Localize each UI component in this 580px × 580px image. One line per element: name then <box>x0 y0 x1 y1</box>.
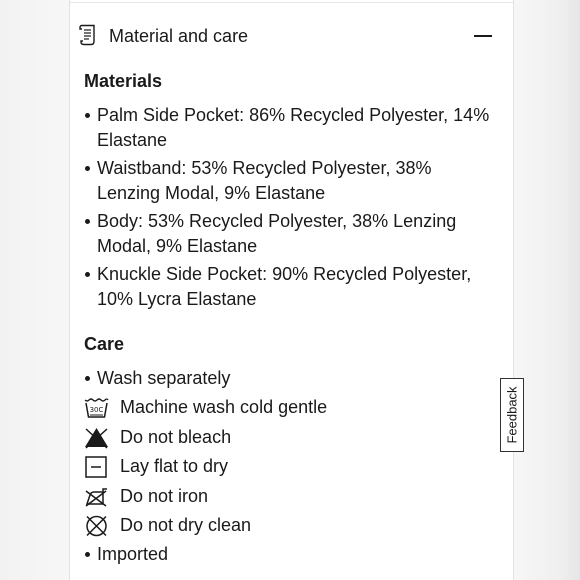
care-heading: Care <box>84 334 125 354</box>
care-item-label: Wash separately <box>97 368 231 388</box>
care-item-do-not-bleach: Do not bleach <box>84 423 496 452</box>
care-item-label: Do not dry clean <box>120 514 252 535</box>
wash-temp-label: 30C <box>90 406 104 414</box>
materials-heading: Materials <box>84 71 163 91</box>
materials-list: Palm Side Pocket: 86% Recycled Polyester… <box>84 103 496 315</box>
material-care-panel: Material and care Materials Palm Side Po… <box>69 0 514 580</box>
material-care-accordion-header[interactable]: Material and care <box>70 14 513 58</box>
accordion-title: Material and care <box>109 26 249 46</box>
list-item: Waistband: 53% Recycled Polyester, 38% L… <box>84 156 496 205</box>
list-item: Palm Side Pocket: 86% Recycled Polyester… <box>84 103 496 152</box>
feedback-label: Feedback <box>504 386 520 444</box>
right-background <box>512 0 580 580</box>
care-item-imported: Imported <box>84 540 496 569</box>
minus-icon <box>474 35 492 37</box>
care-item-do-not-iron: Do not iron <box>84 482 496 511</box>
care-item-lay-flat: Lay flat to dry <box>84 452 496 481</box>
care-item-label: Machine wash cold gentle <box>120 397 328 418</box>
list-item: Body: 53% Recycled Polyester, 38% Lenzin… <box>84 209 496 258</box>
do-not-dry-clean-icon <box>86 515 107 537</box>
care-item-machine-wash: 30C Machine wash cold gentle <box>84 393 496 422</box>
care-item-label: Do not bleach <box>120 426 232 447</box>
collapse-button[interactable] <box>470 26 496 46</box>
care-item-wash-separately: Wash separately <box>84 364 496 393</box>
do-not-iron-icon <box>85 487 107 507</box>
do-not-bleach-icon <box>85 427 108 449</box>
left-background <box>0 0 70 580</box>
care-item-label: Imported <box>97 544 169 565</box>
document-icon <box>79 24 95 46</box>
care-item-do-not-dry-clean: Do not dry clean <box>84 511 496 540</box>
lay-flat-dry-icon <box>85 456 107 478</box>
feedback-button[interactable]: Feedback <box>500 378 524 452</box>
list-item: Knuckle Side Pocket: 90% Recycled Polyes… <box>84 262 496 311</box>
divider <box>70 2 513 3</box>
wash-30c-icon: 30C <box>84 398 109 419</box>
care-item-label: Do not iron <box>120 485 209 506</box>
care-item-label: Lay flat to dry <box>120 456 229 477</box>
care-list: Wash separately 30C Machine wash cold ge… <box>84 364 496 570</box>
